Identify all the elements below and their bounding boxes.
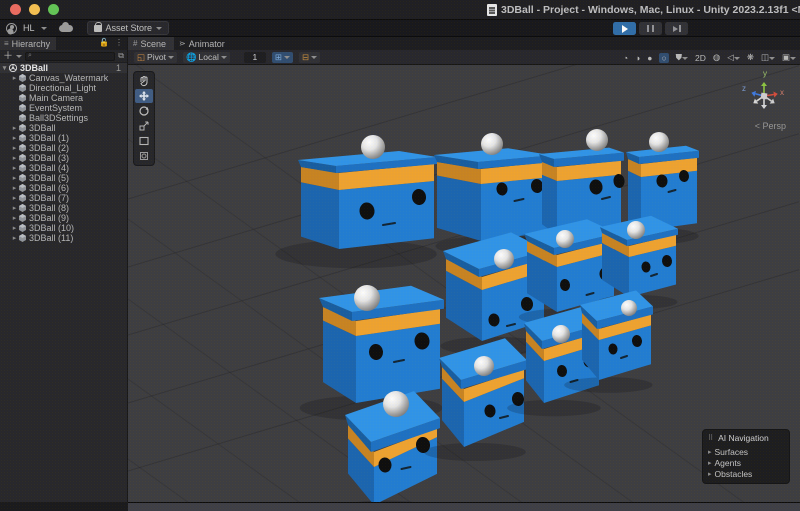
hierarchy-item[interactable]: ▸ 3DBall (3) [0, 153, 127, 163]
hierarchy-item[interactable]: ▸ 3DBall (2) [0, 143, 127, 153]
hierarchy-item[interactable]: ▸ 3DBall (10) [0, 223, 127, 233]
animator-tab-icon: ⋗ [178, 39, 186, 48]
local-toggle[interactable]: 🌐 Local [182, 51, 230, 63]
traffic-lights [0, 4, 59, 15]
scene-tab-icon: # [133, 39, 138, 48]
minimize-button[interactable] [29, 4, 40, 15]
nav-item-agents[interactable]: ▸ Agents [708, 457, 784, 468]
account-caret-icon [40, 26, 47, 30]
draw-mode-icon[interactable]: ⛊ [676, 52, 688, 63]
shading-mode-icon[interactable]: ◔ [623, 53, 628, 63]
hierarchy-search-input[interactable]: ⌕ [25, 51, 116, 61]
hierarchy-icon: ≡ [4, 39, 9, 48]
pivot-toggle[interactable]: ◱ Pivot [134, 51, 177, 63]
agent-cube[interactable] [275, 135, 437, 269]
hierarchy-item[interactable]: ▸ 3DBall (11) [0, 233, 127, 243]
snap-increment-button[interactable]: ⊟ [298, 51, 321, 63]
hand-tool[interactable] [135, 74, 153, 88]
play-button[interactable] [613, 22, 636, 35]
hierarchy-item[interactable]: ▸ 3DBall (9) [0, 213, 127, 223]
lock-icon[interactable]: 🔓 [99, 38, 109, 47]
scale-tool[interactable] [135, 119, 153, 133]
2d-toggle[interactable]: 2D [695, 53, 706, 63]
persp-label[interactable]: < Persp [755, 121, 786, 131]
hierarchy-item[interactable]: EventSystem [0, 103, 127, 113]
tools-overlay [133, 71, 155, 166]
hierarchy-item[interactable]: ▸ 3DBall (8) [0, 203, 127, 213]
ai-navigation-overlay: ⠿ AI Navigation ▸ Surfaces ▸ Agents ▸ Obsta… [702, 429, 790, 484]
hierarchy-item[interactable]: Ball3DSettings [0, 113, 127, 123]
nav-item-surfaces[interactable]: ▸ Surfaces [708, 446, 784, 457]
wireframe-icon[interactable]: ◑ [635, 53, 640, 63]
visibility-icon[interactable]: ◫ [761, 52, 775, 63]
document-icon [487, 4, 497, 16]
step-button[interactable] [665, 22, 688, 35]
hierarchy-tree: ▾ 3DBall 1 ▸ Canvas_Watermark Directional_Lig… [0, 63, 127, 502]
orientation-gizmo[interactable]: y x z [742, 69, 784, 109]
svg-text:z: z [742, 84, 746, 93]
nav-overlay-title: AI Navigation [718, 433, 769, 443]
camera-settings-icon[interactable]: ▣ [782, 52, 796, 63]
audio-toggle-icon[interactable]: ◁ [727, 52, 740, 63]
hierarchy-item[interactable]: Directional_Light [0, 83, 127, 93]
scene-panel: # Scene ⋗ Animator ◱ Pivot 🌐 Local 1 ⊞ ⊟… [128, 37, 800, 502]
svg-text:x: x [780, 88, 784, 97]
cloud-icon[interactable] [58, 21, 73, 32]
zoom-button[interactable] [48, 4, 59, 15]
transform-tool[interactable] [135, 149, 153, 163]
hierarchy-item[interactable]: ▸ 3DBall (5) [0, 173, 127, 183]
lighting-toggle-icon[interactable]: ◍ [713, 52, 720, 63]
scene-canvas: y x z [128, 65, 799, 502]
scene-header-row[interactable]: ▾ 3DBall 1 [0, 63, 127, 73]
pause-button[interactable] [639, 22, 662, 35]
svg-text:y: y [763, 69, 767, 78]
shaded-selected-icon[interactable]: ○ [659, 52, 669, 63]
account-button[interactable]: HL [23, 23, 35, 33]
hierarchy-item[interactable]: Main Camera [0, 93, 127, 103]
hierarchy-item[interactable]: ▸ 3DBall (7) [0, 193, 127, 203]
tab-hierarchy[interactable]: ≡ Hierarchy [0, 37, 57, 50]
titlebar: 3DBall - Project - Windows, Mac, Linux -… [0, 0, 800, 20]
bottom-bar [0, 502, 800, 511]
hierarchy-item[interactable]: ▸ 3DBall (4) [0, 163, 127, 173]
grid-snap-button[interactable]: ⊞ [271, 51, 293, 63]
snap-value-field[interactable]: 1 [243, 51, 266, 63]
hierarchy-item[interactable]: ▸ 3DBall (6) [0, 183, 127, 193]
rect-tool[interactable] [135, 134, 153, 148]
close-button[interactable] [10, 4, 21, 15]
window-title: 3DBall - Project - Windows, Mac, Linux -… [487, 4, 800, 16]
main-toolbar: HL Asset Store [0, 20, 800, 37]
hierarchy-panel: ≡ Hierarchy 🔓 ⋮ ＋ ⌕ ⧉ ▾ 3DBall 1 ▸ Canvas_Wa… [0, 37, 128, 502]
nav-item-obstacles[interactable]: ▸ Obstacles [708, 468, 784, 479]
tab-scene[interactable]: # Scene [128, 37, 174, 50]
scene-toolbar: ◱ Pivot 🌐 Local 1 ⊞ ⊟ ◔ ◑ ● ○ ⛊ 2D ◍ ◁ ❋… [128, 50, 800, 65]
hierarchy-item[interactable]: ▸ 3DBall (1) [0, 133, 127, 143]
hierarchy-item[interactable]: ▸ Canvas_Watermark [0, 73, 127, 83]
tab-animator[interactable]: ⋗ Animator [174, 37, 233, 50]
hierarchy-item[interactable]: ▸ 3DBall [0, 123, 127, 133]
bag-icon [93, 21, 103, 32]
unlit-icon[interactable]: ● [647, 53, 652, 63]
drag-handle-icon[interactable]: ⠿ [708, 434, 714, 442]
account-avatar-icon[interactable] [6, 22, 17, 34]
move-tool[interactable] [135, 89, 153, 103]
scene-picker-icon[interactable]: ⧉ [118, 51, 124, 61]
add-gameobject-button[interactable]: ＋ [3, 51, 13, 61]
kebab-menu-icon[interactable]: ⋮ [115, 38, 123, 47]
rotate-tool[interactable] [135, 104, 153, 118]
unity-window: 3DBall - Project - Windows, Mac, Linux -… [0, 0, 800, 511]
effects-toggle-icon[interactable]: ❋ [747, 52, 754, 63]
play-controls [613, 22, 688, 35]
scene-viewport[interactable]: y x z < Persp ⠿ AI Navigation ▸ Surfaces ▸… [128, 65, 800, 502]
asset-store-button[interactable]: Asset Store [86, 21, 170, 35]
